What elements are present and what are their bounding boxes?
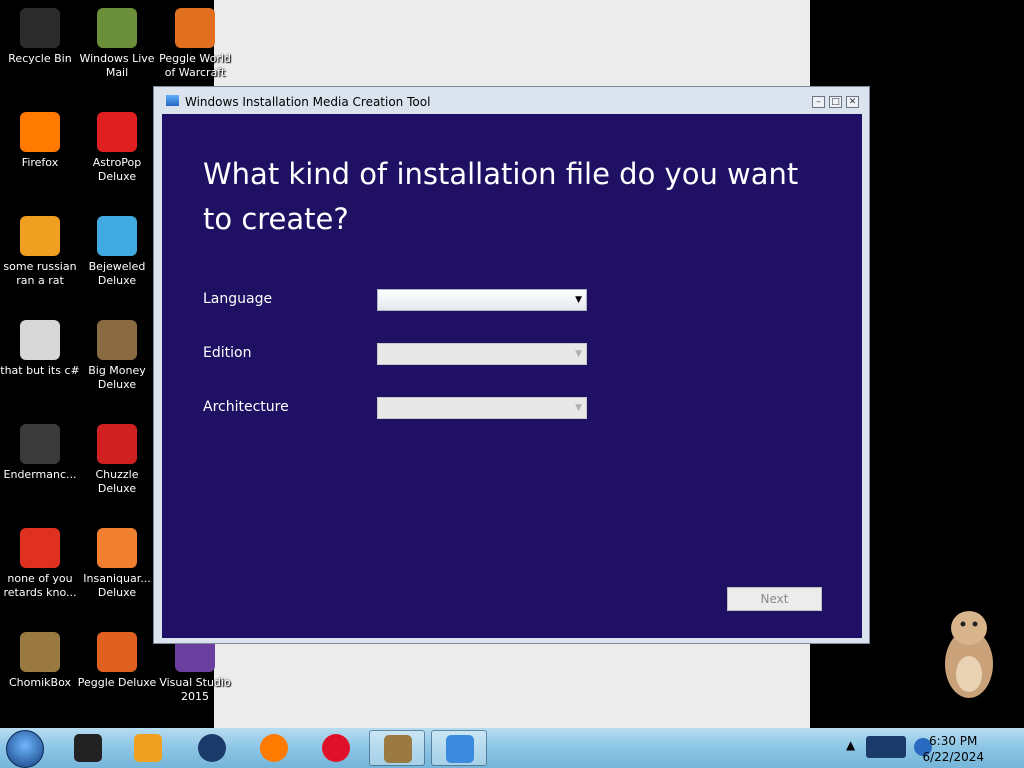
next-button[interactable]: Next xyxy=(727,587,822,611)
chevron-down-icon: ▼ xyxy=(575,349,582,359)
desktop-icon-label: Recycle Bin xyxy=(8,52,72,65)
app-shortcut-icon xyxy=(20,320,60,360)
media-player-icon xyxy=(134,734,162,762)
desktop-icon[interactable]: none of you retards kno... xyxy=(0,524,80,600)
desktop-icon[interactable]: Big Money Deluxe xyxy=(77,316,157,392)
close-button[interactable]: ✕ xyxy=(846,96,859,108)
app-shortcut-icon xyxy=(97,528,137,568)
language-dropdown[interactable]: ▼ xyxy=(377,289,587,311)
desktop-icon[interactable]: Endermanc... xyxy=(0,420,80,482)
app-shortcut-icon xyxy=(97,8,137,48)
desktop-icon[interactable]: AstroPop Deluxe xyxy=(77,108,157,184)
start-button[interactable] xyxy=(6,730,44,768)
app-icon xyxy=(166,95,179,106)
opera-icon xyxy=(322,734,350,762)
architecture-label: Architecture xyxy=(203,399,289,415)
desktop-icon[interactable]: ChomikBox xyxy=(0,628,80,690)
desktop-icon-label: Insaniquar... Deluxe xyxy=(83,572,151,599)
taskbar: ▲ 6:30 PM 6/22/2024 xyxy=(0,728,1024,768)
tablet-app-icon xyxy=(74,734,102,762)
desktop-icon-label: Bejeweled Deluxe xyxy=(88,260,146,287)
desktop-icon-label: Firefox xyxy=(21,156,59,169)
desktop-icon[interactable]: Peggle Deluxe xyxy=(77,628,157,690)
edition-dropdown[interactable]: ▼ xyxy=(377,343,587,365)
taskbar-button[interactable] xyxy=(308,730,364,766)
taskbar-button[interactable] xyxy=(431,730,487,766)
window-titlebar[interactable]: Windows Installation Media Creation Tool… xyxy=(154,87,869,114)
app-shortcut-icon xyxy=(20,424,60,464)
desktop-icon-label: Peggle Deluxe xyxy=(77,676,157,689)
system-clock[interactable]: 6:30 PM 6/22/2024 xyxy=(922,733,984,765)
clock-date: 6/22/2024 xyxy=(922,750,984,764)
desktop-icon-label: Peggle World of Warcraft xyxy=(159,52,231,79)
app-shortcut-icon xyxy=(20,528,60,568)
desktop-icon-label: Visual Studio 2015 xyxy=(159,676,231,703)
globe-app-icon xyxy=(198,734,226,762)
taskbar-button[interactable] xyxy=(369,730,425,766)
desktop-icon[interactable]: Firefox xyxy=(0,108,80,170)
desktop-icon-label: Endermanc... xyxy=(3,468,77,481)
app-shortcut-icon xyxy=(20,632,60,672)
language-label: Language xyxy=(203,291,273,307)
taskbar-button[interactable] xyxy=(184,730,240,766)
app-shortcut-icon xyxy=(97,216,137,256)
taskbar-button[interactable] xyxy=(60,730,116,766)
wizard-page: What kind of installation file do you wa… xyxy=(162,114,862,638)
chevron-down-icon: ▼ xyxy=(575,295,582,305)
architecture-dropdown[interactable]: ▼ xyxy=(377,397,587,419)
desktop-icon-label: Big Money Deluxe xyxy=(88,364,146,391)
taskbar-button[interactable] xyxy=(246,730,302,766)
media-tool-icon xyxy=(446,735,474,763)
desktop-icon[interactable]: Windows Live Mail xyxy=(77,4,157,80)
desktop-icon[interactable]: some russian ran a rat xyxy=(0,212,80,288)
minimize-button[interactable]: – xyxy=(812,96,825,108)
desktop-icon[interactable]: that but its c# xyxy=(0,316,80,378)
chomikbox-icon xyxy=(384,735,412,763)
hamster-mascot-icon xyxy=(945,611,993,698)
app-shortcut-icon xyxy=(20,216,60,256)
app-shortcut-icon xyxy=(97,112,137,152)
desktop-icon-label: none of you retards kno... xyxy=(3,572,77,599)
window-title: Windows Installation Media Creation Tool xyxy=(185,95,431,109)
network-monitor-icon[interactable] xyxy=(866,736,906,758)
installer-window[interactable]: Windows Installation Media Creation Tool… xyxy=(153,86,870,644)
taskbar-button[interactable] xyxy=(120,730,176,766)
desktop-icon[interactable]: Peggle World of Warcraft xyxy=(155,4,235,80)
desktop-icon-label: AstroPop Deluxe xyxy=(92,156,142,183)
chevron-down-icon: ▼ xyxy=(575,403,582,413)
desktop-icon-label: that but its c# xyxy=(0,364,80,377)
app-shortcut-icon xyxy=(175,8,215,48)
app-shortcut-icon xyxy=(20,8,60,48)
maximize-button[interactable]: □ xyxy=(829,96,842,108)
app-shortcut-icon xyxy=(97,632,137,672)
desktop-icon-label: Chuzzle Deluxe xyxy=(95,468,139,495)
desktop-icon[interactable]: Chuzzle Deluxe xyxy=(77,420,157,496)
firefox-icon xyxy=(260,734,288,762)
clock-time: 6:30 PM xyxy=(929,734,978,748)
desktop-icon[interactable]: Recycle Bin xyxy=(0,4,80,66)
desktop-icon-label: ChomikBox xyxy=(9,676,71,689)
edition-label: Edition xyxy=(203,345,252,361)
page-heading: What kind of installation file do you wa… xyxy=(203,157,799,236)
desktop-icon[interactable]: Bejeweled Deluxe xyxy=(77,212,157,288)
desktop-icon-label: Windows Live Mail xyxy=(79,52,155,79)
desktop-icon-label: some russian ran a rat xyxy=(3,260,77,287)
app-shortcut-icon xyxy=(20,112,60,152)
app-shortcut-icon xyxy=(97,424,137,464)
desktop-icon[interactable]: Insaniquar... Deluxe xyxy=(77,524,157,600)
app-shortcut-icon xyxy=(97,320,137,360)
show-hidden-icons-arrow[interactable]: ▲ xyxy=(846,738,855,752)
